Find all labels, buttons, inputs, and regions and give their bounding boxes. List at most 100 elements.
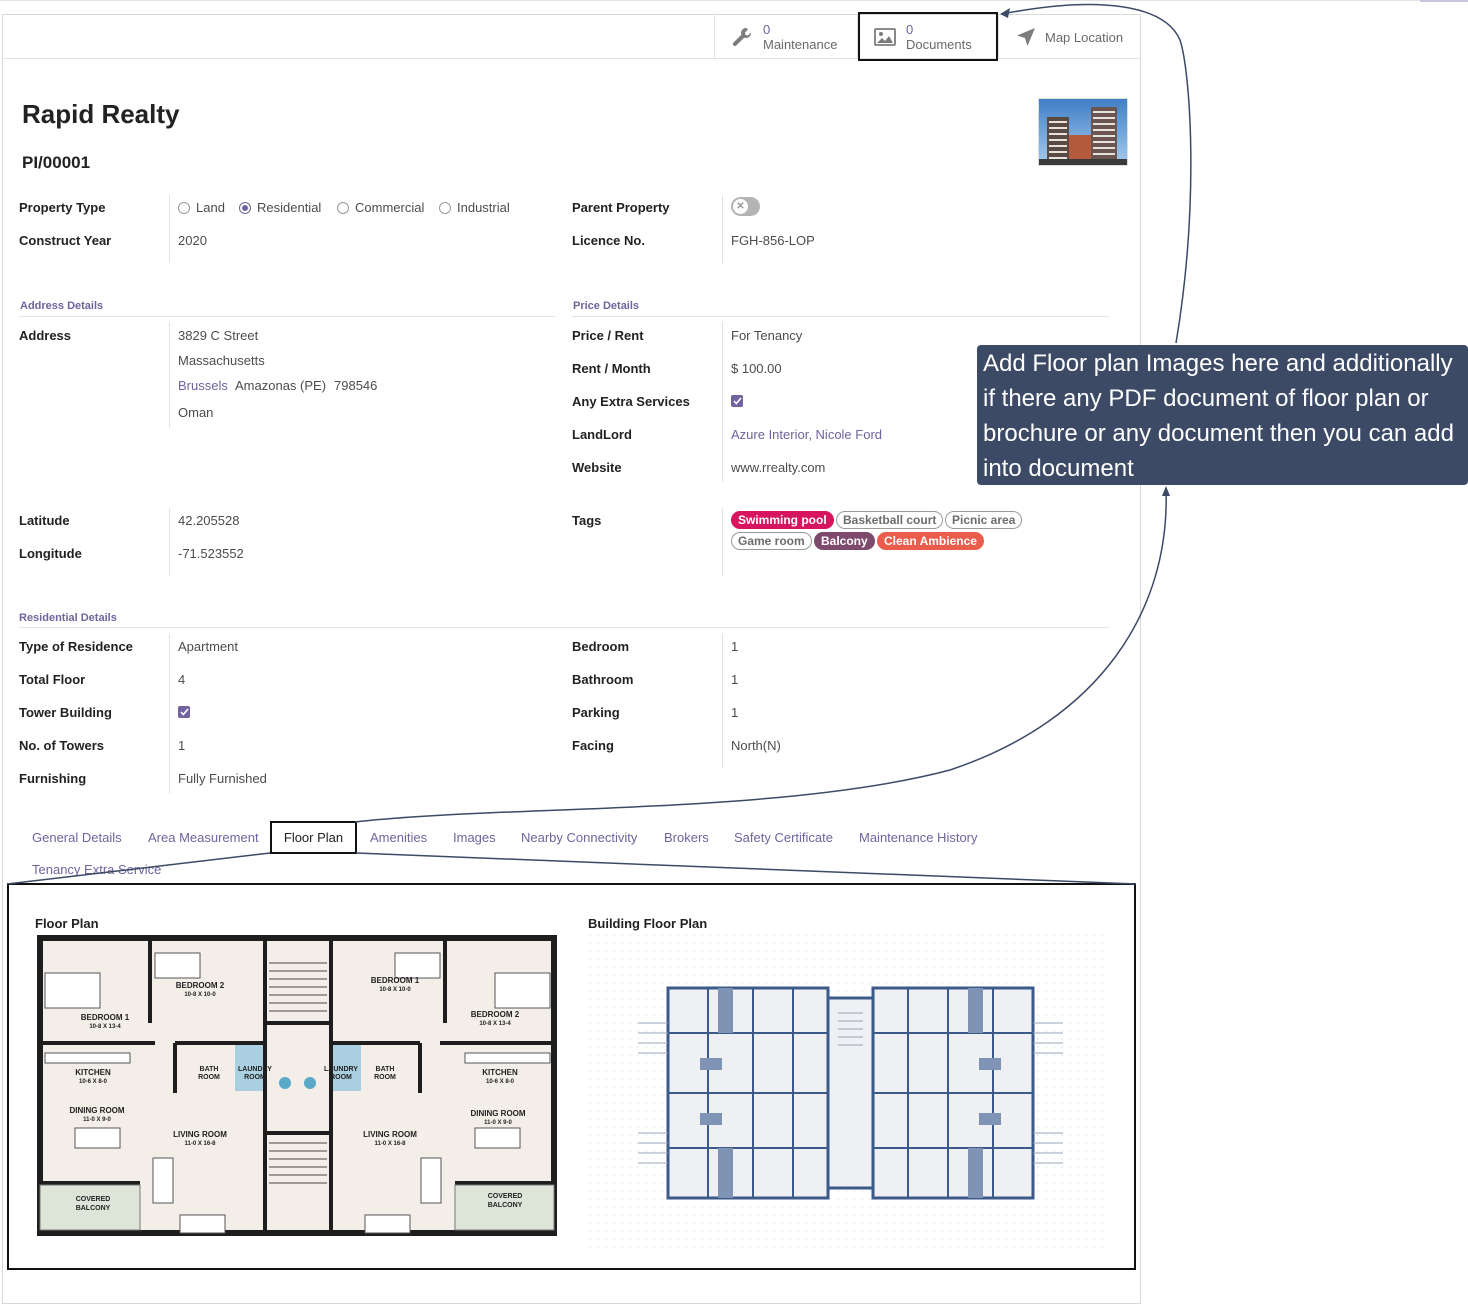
section-divider [19, 627, 1109, 628]
total-floor-value[interactable]: 4 [178, 672, 185, 687]
radio-commercial[interactable]: Commercial [337, 200, 424, 215]
maintenance-button[interactable]: 0 Maintenance [714, 15, 857, 59]
tower-building-label: Tower Building [19, 705, 112, 720]
room-size: 10-8 X 10-0 [184, 992, 216, 998]
top-bar-accent [1420, 0, 1468, 2]
separator [722, 195, 723, 263]
rent-month-value[interactable]: $ 100.00 [731, 361, 782, 376]
room-label: BALCONY [488, 1202, 523, 1209]
parent-property-label: Parent Property [572, 200, 670, 215]
longitude-value[interactable]: -71.523552 [178, 546, 244, 561]
room-label: LIVING ROOM [173, 1130, 227, 1139]
price-rent-value[interactable]: For Tenancy [731, 328, 802, 343]
room-label: LAUNDRY [238, 1066, 272, 1073]
separator [169, 634, 170, 794]
tab-images[interactable]: Images [453, 830, 496, 845]
floor-plan-image[interactable]: BEDROOM 1 10-8 X 13-4 BEDROOM 2 10-8 X 1… [35, 933, 559, 1248]
licence-value[interactable]: FGH-856-LOP [731, 233, 815, 248]
tab-safety-certificate[interactable]: Safety Certificate [734, 830, 833, 845]
top-bar-line [0, 0, 1468, 3]
floor-plan-panel: Floor Plan Building Floor Plan BEDROOM 1… [7, 883, 1136, 1270]
latitude-value[interactable]: 42.205528 [178, 513, 239, 528]
radio-commercial-label: Commercial [355, 200, 425, 215]
room-label: ROOM [198, 1074, 220, 1081]
radio-land[interactable]: Land [178, 200, 225, 215]
landlord-value[interactable]: Azure Interior, Nicole Ford [731, 427, 882, 442]
room-size: 11-0 X 16-8 [184, 1141, 216, 1147]
documents-highlight [858, 12, 998, 61]
extra-services-checkbox[interactable] [731, 395, 743, 407]
room-label: LAUNDRY [324, 1066, 358, 1073]
section-divider [572, 316, 1109, 317]
address-zip[interactable]: 798546 [334, 378, 377, 393]
room-size: 11-0 X 9-0 [83, 1117, 111, 1123]
tag-badge[interactable]: Game room [731, 532, 812, 550]
building-floor-plan-image[interactable] [588, 933, 1110, 1248]
room-label: BATH [376, 1066, 395, 1073]
property-image[interactable] [1038, 98, 1128, 166]
licence-label: Licence No. [572, 233, 645, 248]
towers-value[interactable]: 1 [178, 738, 185, 753]
furnishing-value[interactable]: Fully Furnished [178, 771, 267, 786]
radio-residential[interactable]: Residential [239, 200, 321, 215]
record-title: Rapid Realty [22, 99, 180, 129]
separator [722, 508, 723, 576]
construct-year-value[interactable]: 2020 [178, 233, 207, 248]
address-street[interactable]: 3829 C Street [178, 328, 258, 343]
bedroom-label: Bedroom [572, 639, 630, 654]
tag-badge[interactable]: Balcony [814, 532, 875, 550]
address-state[interactable]: Amazonas (PE) [235, 378, 326, 393]
annotation-callout: Add Floor plan Images here and additiona… [977, 345, 1468, 485]
tower-building-checkbox[interactable] [178, 706, 190, 718]
tab-general-details[interactable]: General Details [32, 830, 122, 845]
room-label: COVERED [76, 1196, 111, 1203]
tab-tenancy-extra-service[interactable]: Tenancy Extra Service [32, 862, 161, 877]
bedroom-value[interactable]: 1 [731, 639, 738, 654]
facing-label: Facing [572, 738, 614, 753]
address-street2[interactable]: Massachusetts [178, 353, 265, 368]
bathroom-value[interactable]: 1 [731, 672, 738, 687]
building-floor-plan-label: Building Floor Plan [588, 916, 708, 931]
residence-type-value[interactable]: Apartment [178, 639, 238, 654]
record-reference: PI/00001 [22, 153, 91, 172]
tab-brokers[interactable]: Brokers [664, 830, 709, 845]
address-city[interactable]: Brussels [178, 378, 228, 393]
room-label: DINING ROOM [470, 1109, 525, 1118]
price-section-title: Price Details [573, 300, 640, 312]
check-icon [732, 397, 742, 405]
tab-area-measurement[interactable]: Area Measurement [148, 830, 259, 845]
tab-maintenance-history[interactable]: Maintenance History [859, 830, 978, 845]
radio-residential-label: Residential [257, 200, 322, 215]
facing-value[interactable]: North(N) [731, 738, 781, 753]
map-location-button[interactable]: Map Location [998, 15, 1140, 59]
address-label: Address [19, 328, 72, 343]
tab-floor-plan[interactable]: Floor Plan [270, 821, 357, 854]
parking-label: Parking [572, 705, 620, 720]
website-value[interactable]: www.rrealty.com [731, 460, 825, 475]
room-label: BEDROOM 1 [81, 1013, 130, 1022]
close-icon: ✕ [733, 199, 748, 214]
tab-amenities[interactable]: Amenities [370, 830, 427, 845]
construct-year-label: Construct Year [19, 233, 112, 248]
parking-value[interactable]: 1 [731, 705, 738, 720]
room-label: KITCHEN [75, 1068, 111, 1077]
room-size: 10-8 X 10-0 [379, 987, 411, 993]
property-type-label: Property Type [19, 200, 106, 215]
radio-circle-icon [439, 201, 451, 214]
tag-badge[interactable]: Picnic area [945, 511, 1023, 529]
tag-badge[interactable]: Basketball court [836, 511, 944, 529]
tag-badge[interactable]: Swimming pool [731, 511, 834, 529]
radio-industrial[interactable]: Industrial [439, 200, 510, 215]
tab-nearby-connectivity[interactable]: Nearby Connectivity [521, 830, 637, 845]
rent-month-label: Rent / Month [572, 361, 651, 376]
towers-label: No. of Towers [19, 738, 104, 753]
address-country[interactable]: Oman [178, 405, 213, 420]
radio-circle-icon [178, 201, 190, 214]
tag-badge[interactable]: Clean Ambience [877, 532, 984, 550]
room-size: 11-0 X 9-0 [484, 1120, 512, 1126]
extra-services-label: Any Extra Services [572, 394, 690, 409]
floor-plan-label: Floor Plan [35, 916, 99, 931]
room-label: COVERED [488, 1193, 523, 1200]
parent-property-toggle[interactable]: ✕ [731, 197, 760, 216]
furnishing-label: Furnishing [19, 771, 87, 786]
